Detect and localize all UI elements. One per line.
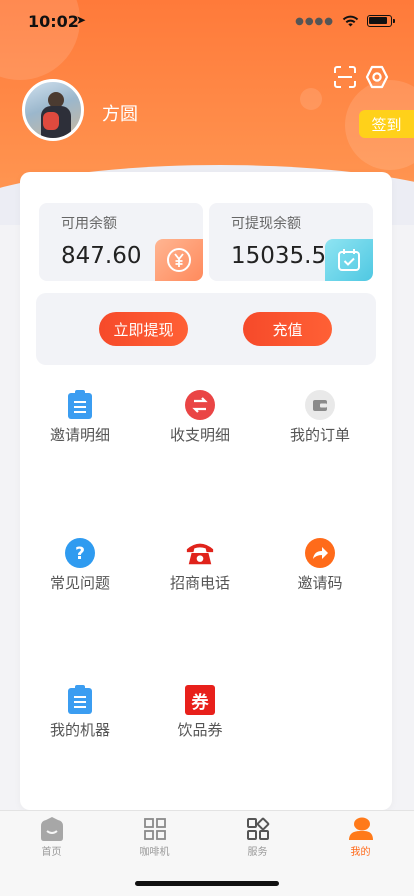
balance-label: 可提现余额 (231, 216, 301, 232)
yen-icon (155, 239, 203, 281)
status-bar: 10:02 ➤ ●●●● (0, 0, 414, 44)
withdrawable-balance-card[interactable]: 可提现余额 15035.54 (209, 203, 373, 281)
available-balance-card[interactable]: 可用余额 847.60 (39, 203, 203, 281)
menu-orders[interactable]: 我的订单 (260, 390, 380, 445)
calendar-icon (325, 239, 373, 281)
share-icon (305, 538, 335, 568)
services-icon (246, 817, 269, 840)
tab-label: 服务 (247, 847, 268, 858)
avatar[interactable] (22, 79, 84, 141)
checkin-button[interactable]: 签到 (359, 110, 414, 138)
home-icon (40, 817, 63, 841)
clipboard-icon (65, 390, 95, 420)
menu-transactions[interactable]: 收支明细 (140, 390, 260, 445)
tab-services[interactable]: 服务 (206, 817, 309, 858)
menu-drink-coupons[interactable]: 券 饮品券 (140, 685, 260, 740)
tab-label: 我的 (350, 847, 371, 858)
menu-invite-details[interactable]: 邀请明细 (20, 390, 140, 445)
coupon-icon-text: 券 (185, 685, 215, 715)
clipboard-icon (65, 685, 95, 715)
settings-icon[interactable] (365, 65, 389, 89)
phone-icon (185, 538, 215, 568)
balance-value: 847.60 (61, 243, 142, 269)
svg-text:?: ? (75, 544, 85, 564)
menu-label: 邀请明细 (49, 426, 110, 444)
battery-icon (367, 15, 395, 27)
user-name: 方圆 (102, 104, 138, 125)
tab-label: 咖啡机 (139, 847, 170, 858)
menu-label: 常见问题 (49, 574, 110, 592)
menu-label: 收支明细 (169, 426, 230, 444)
menu-label: 邀请码 (297, 574, 343, 592)
recharge-button[interactable]: 充值 (243, 312, 332, 346)
withdraw-button[interactable]: 立即提现 (99, 312, 188, 346)
profile-icon (348, 817, 373, 840)
coupon-icon: 券 (185, 685, 215, 715)
location-icon: ➤ (76, 13, 87, 27)
question-icon: ? (65, 538, 95, 568)
scan-icon[interactable] (334, 66, 356, 88)
signal-icon: ●●●● (295, 15, 334, 27)
wifi-icon (342, 15, 359, 27)
tab-home[interactable]: 首页 (0, 817, 103, 858)
menu-faq[interactable]: ? 常见问题 (20, 538, 140, 593)
tab-label: 首页 (41, 847, 62, 858)
status-indicators: ●●●● (295, 15, 395, 27)
balance-label: 可用余额 (61, 216, 117, 232)
home-indicator (135, 881, 279, 886)
action-panel: 立即提现 充值 (36, 293, 376, 365)
menu-label: 饮品券 (177, 721, 223, 739)
tab-coffee-machine[interactable]: 咖啡机 (103, 817, 206, 858)
account-card: 可用余额 847.60 可提现余额 15035.54 立即提现 充值 邀请明细 … (20, 172, 392, 810)
menu-invite-code[interactable]: 邀请码 (260, 538, 380, 593)
tab-mine[interactable]: 我的 (309, 817, 412, 858)
decor-bubble (300, 88, 322, 110)
wallet-icon (305, 390, 335, 420)
exchange-icon (185, 390, 215, 420)
menu-label: 我的订单 (289, 426, 350, 444)
status-time: 10:02 (28, 12, 79, 31)
grid-icon (143, 818, 166, 840)
menu-my-machines[interactable]: 我的机器 (20, 685, 140, 740)
menu-hotline[interactable]: 招商电话 (140, 538, 260, 593)
menu-label: 我的机器 (49, 721, 110, 739)
menu-label: 招商电话 (169, 574, 230, 592)
